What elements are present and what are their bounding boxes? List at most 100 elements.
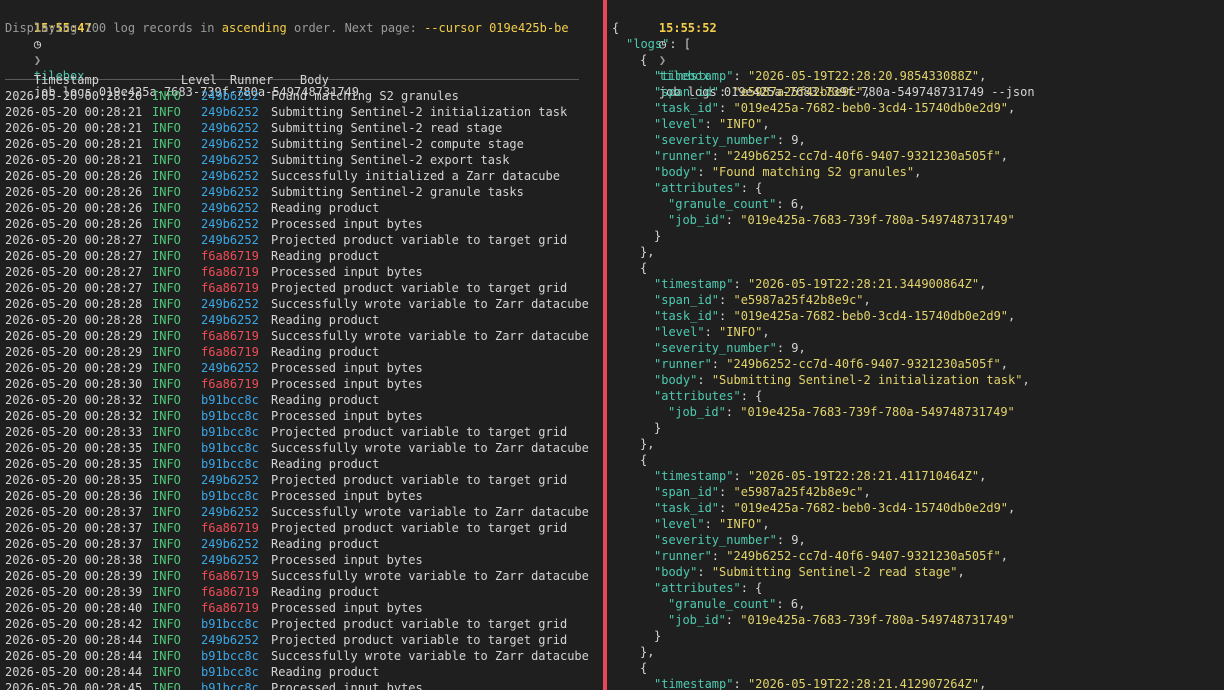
json-punctuation: { <box>640 661 648 675</box>
log-body: Projected product variable to target gri… <box>271 633 568 647</box>
json-value-runner: "249b6252-cc7d-40f6-9407-9321230a505f" <box>726 149 1001 163</box>
log-row: 2026-05-20 00:28:26 INFO 249b6252 Submittin… <box>0 184 603 200</box>
log-body: Successfully initialized a Zarr datacube <box>271 169 560 183</box>
json-punctuation: : { <box>740 581 763 595</box>
json-punctuation: , <box>957 565 965 579</box>
json-line: "severity_number": 9, <box>607 340 1224 356</box>
json-value-severity-number: 9 <box>791 341 799 355</box>
log-timestamp: 2026-05-20 00:28:38 <box>5 553 143 567</box>
log-timestamp: 2026-05-20 00:28:26 <box>5 169 143 183</box>
log-row: 2026-05-20 00:28:32 INFO b91bcc8c Processed… <box>0 408 603 424</box>
json-line: "logs": [ <box>607 36 1224 52</box>
json-punctuation: , <box>762 325 770 339</box>
json-punctuation: : <box>704 117 720 131</box>
column-header-runner: Runner <box>229 73 274 87</box>
summary-line: Displaying 100 log records in ascending … <box>0 20 603 36</box>
json-key: "timestamp" <box>654 277 734 291</box>
json-punctuation: : <box>711 149 727 163</box>
json-punctuation: , <box>798 341 806 355</box>
summary-prefix: Displaying 100 log records in <box>5 21 222 35</box>
json-line: "task_id": "019e425a-7682-beb0-3cd4-1574… <box>607 500 1224 516</box>
log-row: 2026-05-20 00:28:27 INFO 249b6252 Projected… <box>0 232 603 248</box>
json-value-timestamp: "2026-05-19T22:28:20.985433088Z" <box>747 69 980 83</box>
json-line: "task_id": "019e425a-7682-beb0-3cd4-1574… <box>607 308 1224 324</box>
log-level: INFO <box>152 601 181 615</box>
json-key: "level" <box>654 325 705 339</box>
log-body: Successfully wrote variable to Zarr data… <box>271 329 589 343</box>
clock-icon: ◷ <box>33 37 42 51</box>
json-value-timestamp: "2026-05-19T22:28:21.411710464Z" <box>747 469 980 483</box>
log-timestamp: 2026-05-20 00:28:26 <box>5 185 143 199</box>
right-terminal-pane[interactable]: 15:55:52 ◷ ❯ tilebox job logs 019e425a-7… <box>607 0 1224 690</box>
log-runner: f6a86719 <box>201 329 259 343</box>
json-punctuation: , <box>1000 549 1009 563</box>
log-timestamp: 2026-05-20 00:28:27 <box>5 265 143 279</box>
json-punctuation: }, <box>640 245 655 259</box>
json-punctuation: , <box>979 69 987 83</box>
log-runner: f6a86719 <box>201 521 259 535</box>
log-body: Reading product <box>271 345 380 359</box>
prompt-arrow: ❯ <box>33 53 42 67</box>
json-punctuation: : <box>776 597 791 611</box>
log-level: INFO <box>152 617 181 631</box>
log-timestamp: 2026-05-20 00:28:44 <box>5 649 143 663</box>
log-timestamp: 2026-05-20 00:28:32 <box>5 409 143 423</box>
json-line: "granule_count": 6, <box>607 596 1224 612</box>
log-body: Processed input bytes <box>271 217 423 231</box>
log-body: Processed input bytes <box>271 377 423 391</box>
json-line: } <box>607 228 1224 244</box>
log-row: 2026-05-20 00:28:21 INFO 249b6252 Submittin… <box>0 120 603 136</box>
json-line: "body": "Submitting Sentinel-2 initializ… <box>607 372 1224 388</box>
json-key: "runner" <box>654 549 712 563</box>
log-row: 2026-05-20 00:28:42 INFO b91bcc8c Projected… <box>0 616 603 632</box>
log-runner: 249b6252 <box>201 473 259 487</box>
json-value-span-id: "e5987a25f42b8e9c" <box>733 293 864 307</box>
log-body: Reading product <box>271 537 380 551</box>
json-key: "attributes" <box>654 181 741 195</box>
log-runner: b91bcc8c <box>201 665 259 679</box>
log-level: INFO <box>152 537 181 551</box>
log-runner: 249b6252 <box>201 185 259 199</box>
json-punctuation: : <box>725 405 741 419</box>
json-key: "severity_number" <box>654 133 777 147</box>
json-punctuation: : <box>725 613 741 627</box>
json-line: "level": "INFO", <box>607 324 1224 340</box>
log-level: INFO <box>152 89 181 103</box>
log-timestamp: 2026-05-20 00:28:37 <box>5 521 143 535</box>
log-row: 2026-05-20 00:28:26 INFO 249b6252 Successfu… <box>0 168 603 184</box>
json-value-span-id: "e5987a25f42b8e9c" <box>733 85 864 99</box>
json-punctuation: : <box>776 133 792 147</box>
json-punctuation: : <box>697 565 712 579</box>
left-terminal-pane[interactable]: 15:55:47 ◷ ❯ tilebox job logs 019e425a-7… <box>0 0 603 690</box>
json-key: "span_id" <box>654 485 720 499</box>
log-level: INFO <box>152 345 181 359</box>
log-level: INFO <box>152 585 181 599</box>
log-timestamp: 2026-05-20 00:28:21 <box>5 105 143 119</box>
json-punctuation: : <box>719 501 734 515</box>
json-value-timestamp: "2026-05-19T22:28:21.412907264Z" <box>747 677 980 690</box>
log-level: INFO <box>152 441 181 455</box>
log-row: 2026-05-20 00:28:27 INFO f6a86719 Reading p… <box>0 248 603 264</box>
json-key: "severity_number" <box>654 341 777 355</box>
json-punctuation: { <box>612 21 620 35</box>
log-runner: 249b6252 <box>201 233 259 247</box>
log-row: 2026-05-20 00:28:35 INFO b91bcc8c Reading p… <box>0 456 603 472</box>
json-line: } <box>607 628 1224 644</box>
log-runner: 249b6252 <box>201 201 259 215</box>
log-body: Submitting Sentinel-2 read stage <box>271 121 503 135</box>
log-level: INFO <box>152 361 181 375</box>
json-value-timestamp: "2026-05-19T22:28:21.344900864Z" <box>747 277 980 291</box>
json-punctuation: : <box>719 485 734 499</box>
column-header-level: Level <box>180 73 218 87</box>
log-row: 2026-05-20 00:28:26 INFO 249b6252 Processed… <box>0 216 603 232</box>
log-runner: f6a86719 <box>201 601 259 615</box>
log-timestamp: 2026-05-20 00:28:35 <box>5 457 143 471</box>
log-level: INFO <box>152 249 181 263</box>
log-body: Processed input bytes <box>271 361 423 375</box>
log-body: Submitting Sentinel-2 compute stage <box>271 137 524 151</box>
log-body: Projected product variable to target gri… <box>271 425 568 439</box>
json-key-logs: "logs" <box>626 37 670 51</box>
log-level: INFO <box>152 121 181 135</box>
json-punctuation: } <box>654 421 662 435</box>
json-key: "timestamp" <box>654 69 734 83</box>
